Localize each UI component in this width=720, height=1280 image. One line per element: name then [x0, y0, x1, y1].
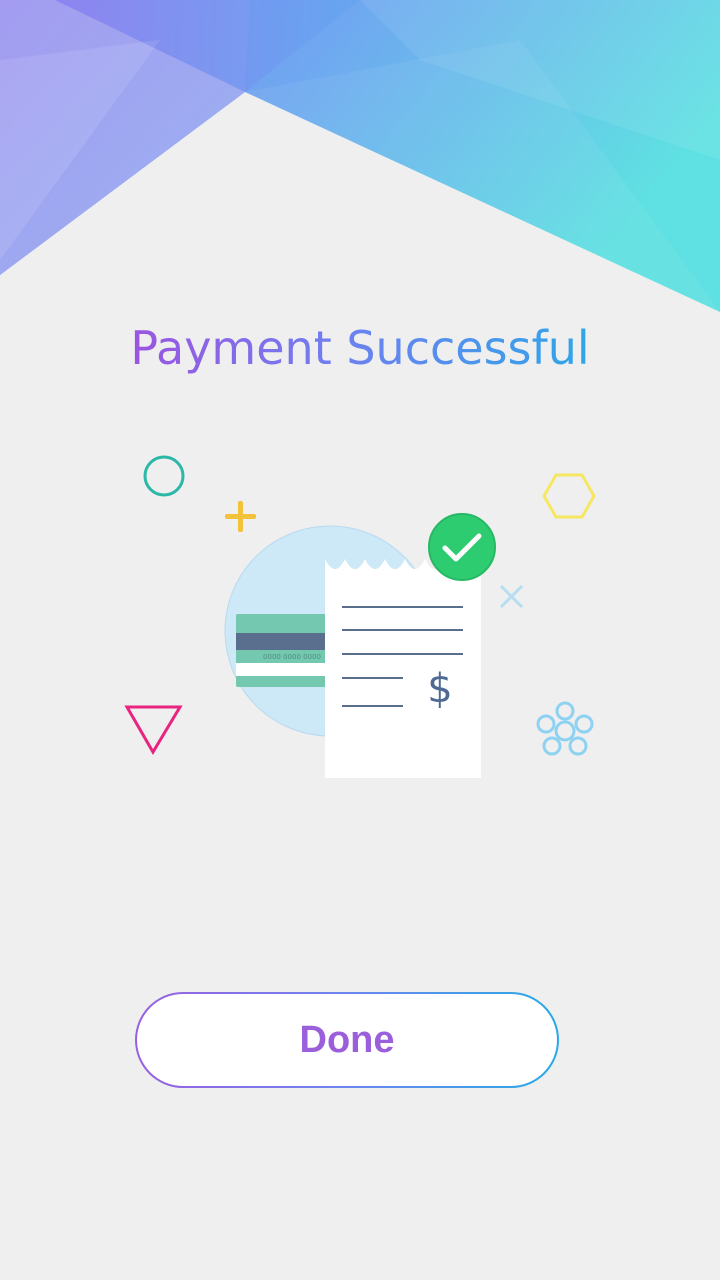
triangle-icon — [124, 705, 183, 755]
header-background — [0, 0, 720, 312]
cross-icon — [499, 584, 524, 609]
payment-success-screen: Payment Successful 0000 0000 0000 $ Done — [0, 0, 720, 1280]
done-button[interactable]: Done — [135, 992, 559, 1088]
check-icon — [428, 513, 496, 581]
flower-icon — [536, 701, 594, 756]
done-button-label: Done — [299, 1018, 395, 1061]
page-title: Payment Successful — [0, 318, 720, 378]
dollar-sign: $ — [427, 666, 452, 712]
title-text: Payment Successful — [130, 321, 590, 375]
hexagon-icon — [542, 473, 596, 519]
payment-illustration: 0000 0000 0000 $ — [124, 455, 596, 778]
receipt-icon: $ — [325, 559, 481, 778]
card-number-text: 0000 0000 0000 — [263, 653, 321, 661]
done-button-inner[interactable]: Done — [137, 994, 557, 1086]
circle-icon — [143, 455, 185, 497]
plus-icon — [225, 501, 256, 532]
